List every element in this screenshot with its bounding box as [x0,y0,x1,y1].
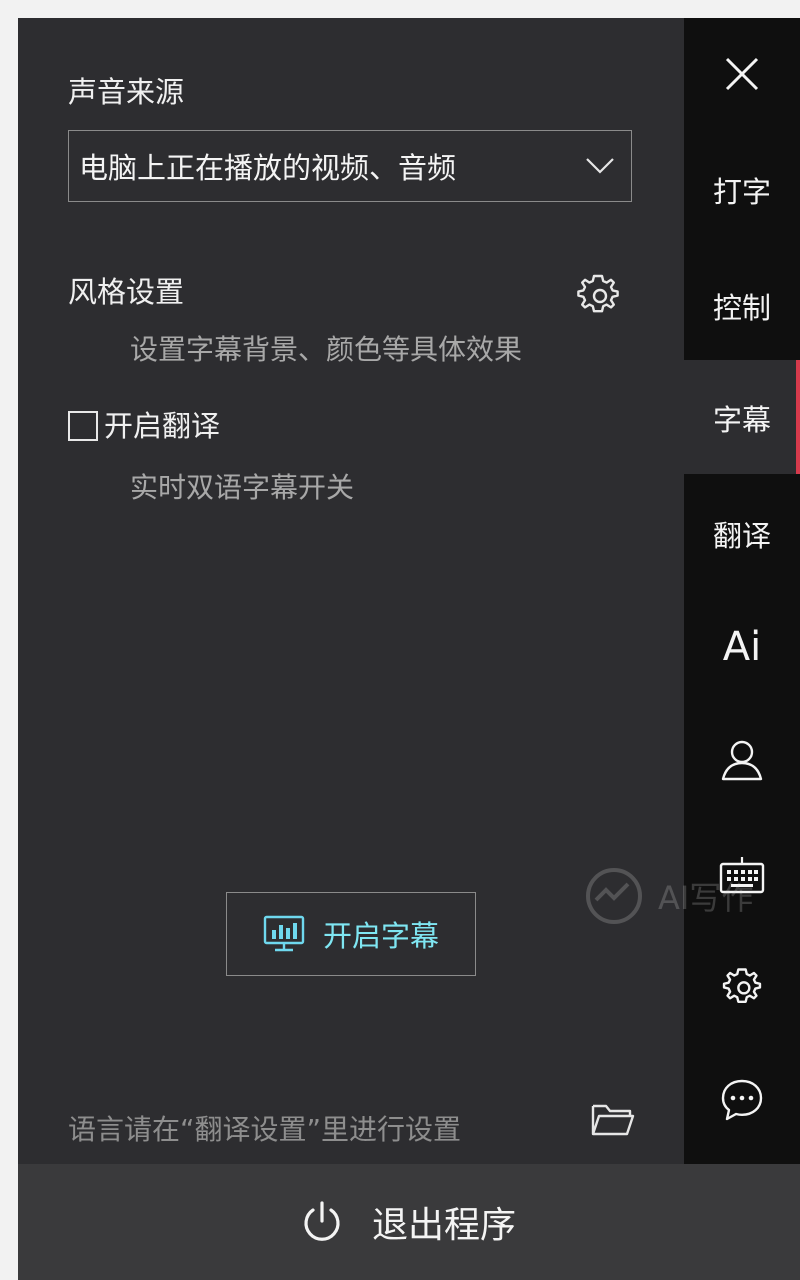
translation-checkbox[interactable] [68,411,98,441]
exit-label: 退出程序 [371,1205,516,1246]
translation-toggle[interactable]: 开启翻译 [68,408,220,444]
style-settings-title: 风格设置 [68,275,185,309]
sidebar-bottom-group [684,474,800,1164]
start-subtitle-button[interactable]: 开启字幕 [226,892,476,976]
sidebar-item-control[interactable]: 控制 [684,274,800,338]
translation-description: 实时双语字幕开关 [130,471,355,504]
subtitle-settings-window: 声音来源 电脑上正在播放的视频、音频 风格设置 设置字幕背景、颜色等具体效果 开… [18,18,800,1280]
language-hint: 语言请在“翻译设置”里进行设置 [68,1113,462,1146]
sound-source-title: 声音来源 [68,75,185,109]
close-icon [725,57,759,91]
chevron-down-icon [586,158,614,174]
sidebar-item-subtitle[interactable]: 字幕 [684,386,800,450]
monitor-chart-icon [263,915,305,952]
sidebar-item-translate[interactable]: 翻译 [684,502,800,566]
chat-button[interactable] [684,1076,800,1124]
subtitle-panel: 声音来源 电脑上正在播放的视频、音频 风格设置 设置字幕背景、颜色等具体效果 开… [18,18,684,1164]
user-button[interactable] [684,732,800,788]
sidebar-item-ai[interactable]: Ai [684,612,800,682]
start-subtitle-label: 开启字幕 [322,919,439,953]
power-icon [304,1201,340,1241]
gear-icon [722,968,762,1003]
close-button[interactable] [684,42,800,106]
translation-label: 开启翻译 [104,409,221,443]
sidebar-nav: 打字 控制 字幕 翻译 Ai [684,18,800,1164]
sound-source-select[interactable]: 电脑上正在播放的视频、音频 [68,130,632,202]
keyboard-icon [719,857,765,894]
folder-icon[interactable] [590,1100,636,1140]
sound-source-value: 电脑上正在播放的视频、音频 [79,151,457,185]
style-settings-description: 设置字幕背景、颜色等具体效果 [130,333,523,366]
sidebar-item-typing[interactable]: 打字 [684,158,800,222]
style-gear-icon[interactable] [574,270,622,318]
settings-button[interactable] [684,962,800,1010]
exit-button[interactable]: 退出程序 [18,1164,800,1280]
keyboard-button[interactable] [684,850,800,902]
user-icon [721,740,763,781]
chat-icon [721,1079,763,1121]
